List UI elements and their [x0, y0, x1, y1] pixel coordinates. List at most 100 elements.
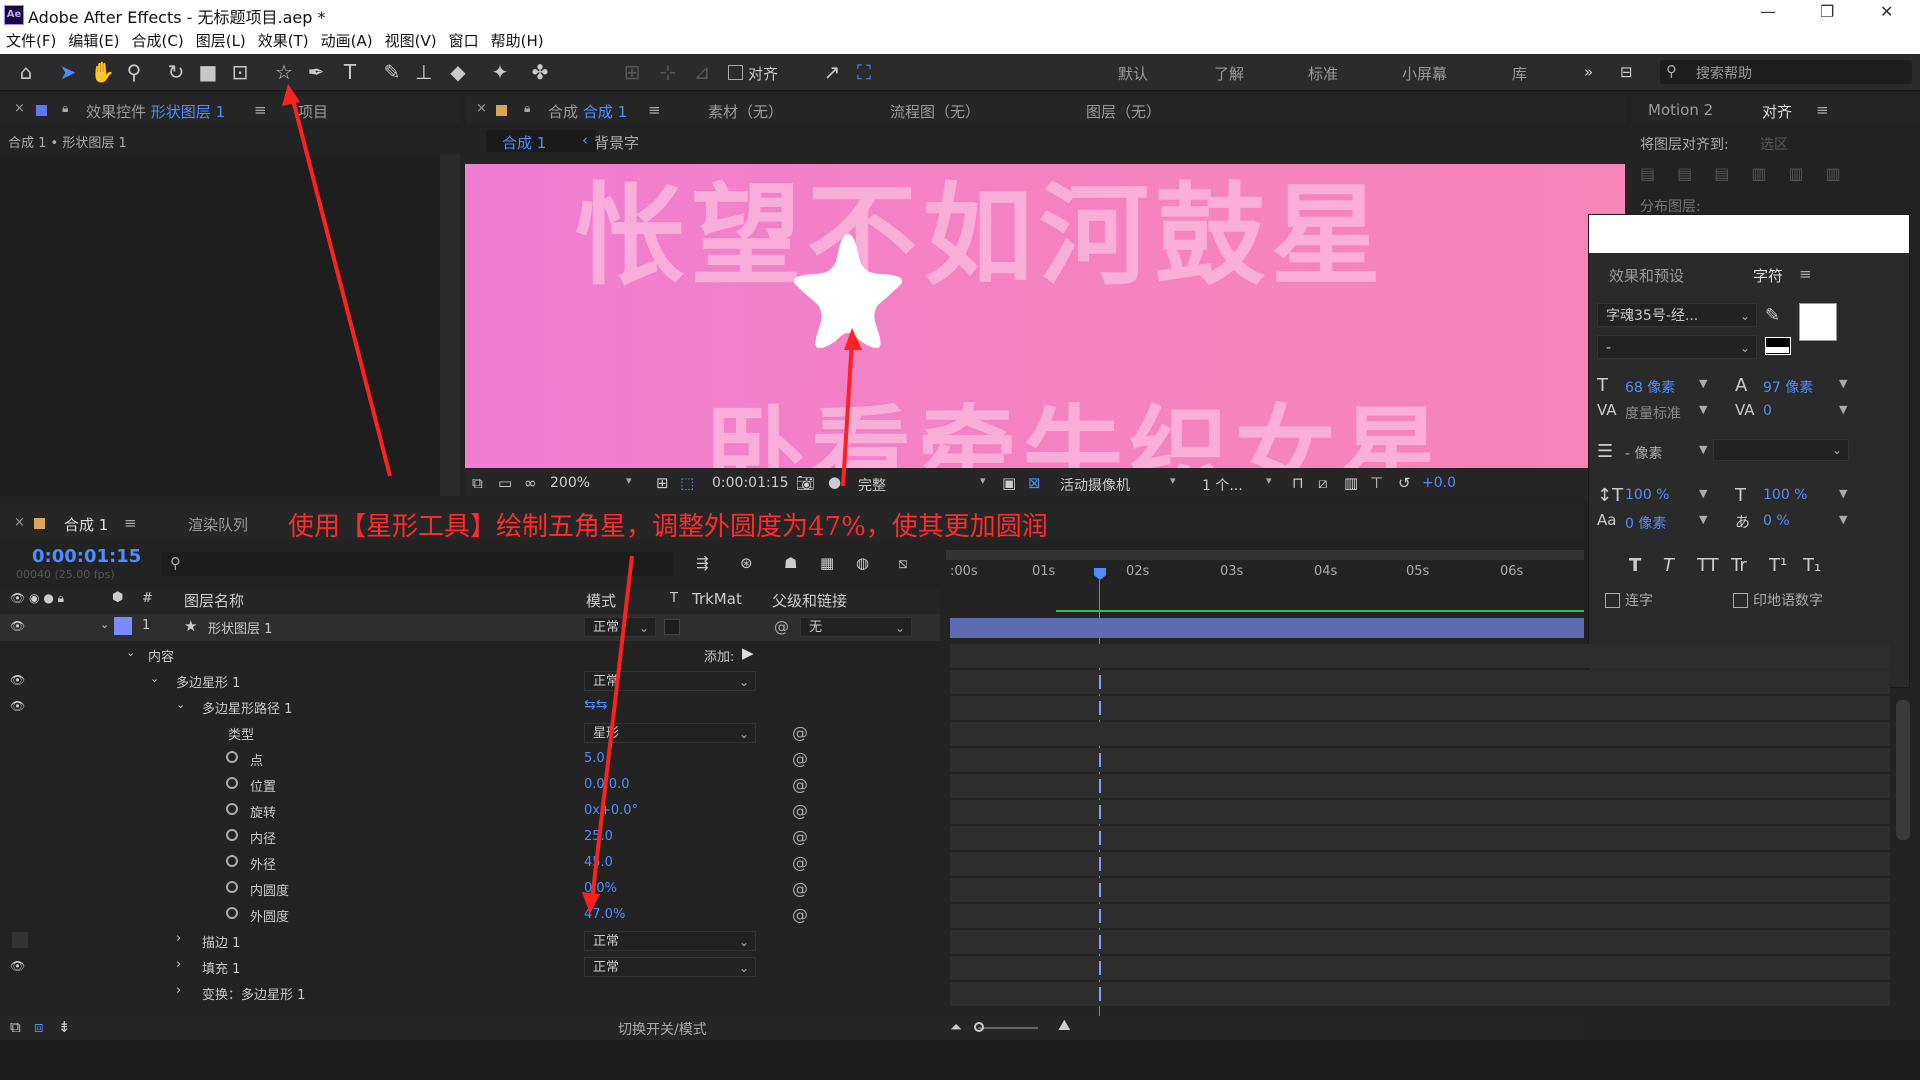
header-layer-name[interactable]: 图层名称: [184, 590, 244, 611]
safe-zones-icon[interactable]: ⊞: [656, 474, 669, 492]
stopwatch-icon[interactable]: [226, 751, 238, 763]
pick-whip-icon[interactable]: @: [774, 618, 789, 636]
menu-window[interactable]: 窗口: [443, 28, 485, 54]
hand-icon[interactable]: ✋: [90, 60, 115, 84]
dropdown-arrow-icon[interactable]: ▼: [1839, 403, 1847, 416]
horizontal-scale-value[interactable]: 100 %: [1763, 487, 1807, 503]
tracking-value[interactable]: 0: [1763, 403, 1772, 419]
tab-layer[interactable]: 图层（无）: [1086, 101, 1161, 122]
polystar-mode-dropdown[interactable]: 正常 ⌄: [584, 671, 756, 691]
minimize-button[interactable]: —: [1760, 2, 1776, 21]
panel-menu-icon[interactable]: ≡: [648, 101, 661, 119]
star-type-dropdown[interactable]: 星形 ⌄: [584, 723, 756, 743]
visibility-toggle-off[interactable]: [12, 932, 28, 948]
panel-scrollbar[interactable]: [1896, 700, 1910, 840]
menu-help[interactable]: 帮助(H): [485, 28, 550, 54]
tab-project[interactable]: 项目: [298, 101, 328, 122]
expression-link-icon[interactable]: @: [792, 853, 808, 872]
visibility-eye-icon[interactable]: 👁︎: [10, 673, 25, 687]
flowchart-icon[interactable]: ⊤: [1370, 474, 1383, 492]
prop-row-rotation[interactable]: 旋转 0x+0.0° @: [0, 798, 940, 825]
close-tab-icon[interactable]: ×: [14, 101, 25, 116]
views-arrow-icon[interactable]: ▾: [1266, 474, 1272, 487]
keyframe-marker[interactable]: [1099, 935, 1101, 949]
font-size-value[interactable]: 68 像素: [1625, 377, 1675, 397]
tab-footage[interactable]: 素材（无）: [708, 101, 783, 122]
align-grid-icon[interactable]: ⊞: [620, 60, 644, 84]
superscript-button[interactable]: T¹: [1769, 555, 1787, 576]
camera-arrow-icon[interactable]: ▾: [1170, 474, 1176, 487]
expression-link-icon[interactable]: @: [792, 905, 808, 924]
keyframe-marker[interactable]: [1099, 883, 1101, 897]
workspace-default[interactable]: 默认: [1118, 63, 1148, 84]
expression-link-icon[interactable]: @: [792, 801, 808, 820]
keyframe-marker[interactable]: [1099, 805, 1101, 819]
menu-file[interactable]: 文件(F): [0, 28, 62, 54]
eraser-icon[interactable]: ◆: [446, 60, 470, 84]
zoom-slider-track[interactable]: [978, 1027, 1038, 1029]
expression-link-icon[interactable]: @: [792, 879, 808, 898]
expression-link-icon[interactable]: @: [792, 827, 808, 846]
expression-link-icon[interactable]: @: [792, 723, 808, 742]
expand-chevron-icon[interactable]: ⌄: [126, 646, 135, 659]
brush-icon[interactable]: ✎: [380, 60, 404, 84]
hindi-digits-checkbox[interactable]: [1733, 593, 1748, 608]
timeline-timecode[interactable]: 0:00:01:15: [32, 546, 141, 567]
white-swatch[interactable]: [1765, 347, 1789, 353]
layer-duration-bar[interactable]: [950, 618, 1584, 638]
collapse-chevron-icon[interactable]: ›: [176, 931, 181, 946]
dropdown-arrow-icon[interactable]: ▼: [1839, 513, 1847, 526]
restore-button[interactable]: ❐: [1820, 2, 1834, 21]
ligature-checkbox[interactable]: [1605, 593, 1620, 608]
snap-target-icon[interactable]: ⛶: [852, 60, 876, 84]
menu-effect[interactable]: 效果(T): [252, 28, 315, 54]
dropdown-arrow-icon[interactable]: ▼: [1699, 377, 1707, 390]
channel-color-icon[interactable]: ●: [828, 473, 841, 491]
pan-behind-icon[interactable]: ⊡: [228, 60, 252, 84]
trkmat-checkbox[interactable]: [664, 619, 680, 635]
workspace-learn[interactable]: 了解: [1214, 63, 1244, 84]
timeline-icon[interactable]: ▥: [1344, 474, 1358, 492]
tab-timeline-comp[interactable]: 合成 1: [64, 514, 108, 535]
expand-chevron-icon[interactable]: ⌄: [100, 618, 109, 631]
visibility-eye-icon[interactable]: 👁︎: [10, 959, 25, 973]
tab-render-queue[interactable]: 渲染队列: [188, 514, 248, 535]
camera-icon[interactable]: ■: [196, 60, 220, 84]
roto-brush-icon[interactable]: ✦: [488, 60, 512, 84]
keyframe-marker[interactable]: [1099, 909, 1101, 923]
prop-outer-radius-value[interactable]: 45.0: [584, 855, 613, 870]
camera-dropdown[interactable]: 活动摄像机: [1060, 475, 1130, 495]
font-style-dropdown[interactable]: - ⌄: [1597, 335, 1757, 359]
prop-row-inner-roundness[interactable]: 内圆度 0.0% @: [0, 876, 940, 903]
layer-name[interactable]: 形状图层 1: [208, 618, 272, 637]
path-direction-icon[interactable]: ⇆⇆: [584, 697, 607, 713]
zoom-out-icon[interactable]: ⏶: [950, 1018, 962, 1036]
preview-icon[interactable]: ⧉: [472, 474, 483, 492]
workspace-small-screen[interactable]: 小屏幕: [1402, 63, 1447, 84]
zoom-slider-handle[interactable]: [974, 1022, 984, 1032]
stroke-type-dropdown[interactable]: ⌄: [1713, 439, 1849, 461]
transform-name[interactable]: 变换：多边星形 1: [202, 984, 305, 1003]
header-trkmat[interactable]: TrkMat: [692, 590, 742, 608]
dropdown-arrow-icon[interactable]: ▼: [1699, 513, 1707, 526]
menu-view[interactable]: 视图(V): [379, 28, 443, 54]
kerning-dropdown[interactable]: 度量标准: [1625, 403, 1681, 423]
font-family-dropdown[interactable]: 字魂35号-经... ⌄: [1597, 303, 1757, 327]
panel-menu-icon[interactable]: ≡: [124, 514, 137, 532]
align-buttons[interactable]: ▤▤▤▥▥▥: [1640, 164, 1863, 183]
vertical-scale-value[interactable]: 100 %: [1625, 487, 1669, 503]
zoom-in-icon[interactable]: ⛰: [1058, 1016, 1071, 1034]
zoom-dropdown[interactable]: 200%: [550, 475, 590, 491]
eyedropper-icon[interactable]: ✎: [1765, 305, 1780, 326]
composition-viewer-canvas[interactable]: 怅望不如河鼓星 卧看牵牛织女星: [465, 164, 1625, 468]
fill-name[interactable]: 填充 1: [202, 958, 240, 977]
keyframe-marker[interactable]: [1099, 961, 1101, 975]
prop-rotation-value[interactable]: 0x+0.0°: [584, 803, 638, 818]
visibility-eye-icon[interactable]: 👁︎: [10, 619, 25, 633]
fill-mode-dropdown[interactable]: 正常 ⌄: [584, 957, 756, 977]
keyframe-marker[interactable]: [1099, 701, 1101, 715]
dropdown-arrow-icon[interactable]: ▼: [1839, 487, 1847, 500]
keyframe-marker[interactable]: [1099, 675, 1101, 689]
zoom-icon[interactable]: ⚲: [122, 60, 146, 84]
graph-editor-icon[interactable]: ⧅: [898, 554, 908, 572]
